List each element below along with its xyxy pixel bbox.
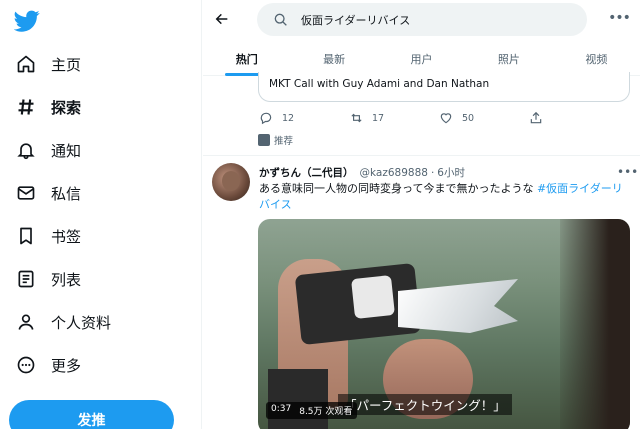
retweet-button[interactable]: 17 bbox=[348, 110, 438, 126]
more-circle-icon bbox=[14, 353, 38, 377]
like-count: 50 bbox=[462, 112, 475, 124]
sidebar-item-more[interactable]: 更多 bbox=[14, 347, 81, 383]
person-silhouette bbox=[560, 219, 630, 429]
promoted-icon bbox=[258, 134, 270, 146]
tweet-text: ある意味同一人物の同時変身って今まで無かったような #仮面ライダーリバイス bbox=[259, 181, 631, 213]
tweet-actions: 12 17 50 bbox=[258, 108, 618, 128]
sidebar-item-label: 列表 bbox=[51, 270, 82, 289]
device-detail-shape bbox=[351, 275, 395, 319]
sidebar-item-profile[interactable]: 个人资料 bbox=[14, 304, 111, 340]
handle[interactable]: @kaz689888 bbox=[360, 167, 428, 179]
list-icon bbox=[14, 267, 38, 291]
sidebar-item-notifications[interactable]: 通知 bbox=[14, 132, 81, 168]
video-player[interactable]: 「パーフェクトウイング！」 0:37 8.5万 次观看 bbox=[258, 219, 630, 429]
tab-videos[interactable]: 视频 bbox=[553, 42, 640, 75]
more-options-icon[interactable]: ••• bbox=[607, 8, 631, 28]
video-views: 8.5万 次观看 bbox=[299, 407, 353, 417]
reply-button[interactable]: 12 bbox=[258, 110, 348, 126]
sidebar: 主页 探索 通知 私信 书签 列表 个人资料 更多 发推 bbox=[0, 0, 202, 429]
timestamp[interactable]: 6小时 bbox=[437, 165, 465, 180]
separator-dot: · bbox=[430, 166, 435, 179]
envelope-icon bbox=[14, 181, 38, 205]
divider bbox=[203, 155, 640, 156]
home-icon bbox=[14, 52, 38, 76]
like-button[interactable]: 50 bbox=[438, 110, 528, 126]
tab-latest[interactable]: 最新 bbox=[290, 42, 377, 75]
sidebar-item-home[interactable]: 主页 bbox=[14, 46, 81, 82]
reply-count: 12 bbox=[282, 112, 295, 124]
sidebar-item-explore[interactable]: 探索 bbox=[14, 89, 81, 125]
twitter-bird-icon[interactable] bbox=[13, 8, 40, 34]
share-button[interactable] bbox=[528, 110, 618, 126]
search-value: 仮面ライダーリバイス bbox=[301, 13, 411, 27]
search-input[interactable]: 仮面ライダーリバイス bbox=[257, 3, 587, 36]
heart-icon bbox=[438, 110, 454, 126]
retweet-count: 17 bbox=[372, 112, 385, 124]
video-info-badge: 0:37 8.5万 次观看 bbox=[266, 402, 358, 419]
tab-photos[interactable]: 照片 bbox=[465, 42, 552, 75]
promoted-indicator: 推荐 bbox=[258, 133, 293, 147]
sidebar-item-lists[interactable]: 列表 bbox=[14, 261, 81, 297]
main-column: 仮面ライダーリバイス ••• 热门 最新 用户 照片 视频 MKT Call w… bbox=[203, 0, 640, 429]
sleeve-shape bbox=[268, 369, 328, 429]
tab-people[interactable]: 用户 bbox=[378, 42, 465, 75]
bookmark-icon bbox=[14, 224, 38, 248]
sidebar-item-label: 探索 bbox=[51, 98, 82, 117]
share-icon bbox=[528, 110, 544, 126]
sidebar-item-label: 通知 bbox=[51, 141, 82, 160]
reply-icon bbox=[258, 110, 274, 126]
bell-icon bbox=[14, 138, 38, 162]
search-tabs: 热门 最新 用户 照片 视频 bbox=[203, 42, 640, 76]
quoted-card[interactable]: MKT Call with Guy Adami and Dan Nathan bbox=[258, 72, 630, 102]
tweet-more-icon[interactable]: ••• bbox=[617, 165, 638, 179]
back-arrow-icon[interactable] bbox=[211, 8, 233, 30]
tab-top[interactable]: 热门 bbox=[203, 42, 290, 76]
sidebar-item-label: 私信 bbox=[51, 184, 82, 203]
sidebar-item-messages[interactable]: 私信 bbox=[14, 175, 81, 211]
hashtag-icon bbox=[14, 95, 38, 119]
sidebar-item-bookmarks[interactable]: 书签 bbox=[14, 218, 81, 254]
person-icon bbox=[14, 310, 38, 334]
post-button[interactable]: 发推 bbox=[9, 400, 174, 429]
video-subtitle: 「パーフェクトウイング！」 bbox=[338, 394, 512, 415]
sidebar-item-label: 个人资料 bbox=[51, 313, 112, 332]
tweet-text-body: ある意味同一人物の同時変身って今まで無かったような bbox=[259, 182, 537, 195]
sidebar-item-label: 更多 bbox=[51, 356, 82, 375]
tweet-header: かずちん（二代目） @kaz689888 · 6小时 bbox=[259, 165, 465, 180]
retweet-icon bbox=[348, 110, 364, 126]
quoted-card-title: MKT Call with Guy Adami and Dan Nathan bbox=[269, 78, 490, 90]
display-name[interactable]: かずちん（二代目） bbox=[259, 165, 354, 180]
video-duration: 0:37 bbox=[271, 404, 292, 414]
avatar[interactable] bbox=[212, 163, 250, 201]
search-icon bbox=[273, 12, 289, 28]
sidebar-item-label: 书签 bbox=[51, 227, 82, 246]
promoted-label: 推荐 bbox=[274, 136, 294, 147]
sidebar-item-label: 主页 bbox=[51, 55, 82, 74]
